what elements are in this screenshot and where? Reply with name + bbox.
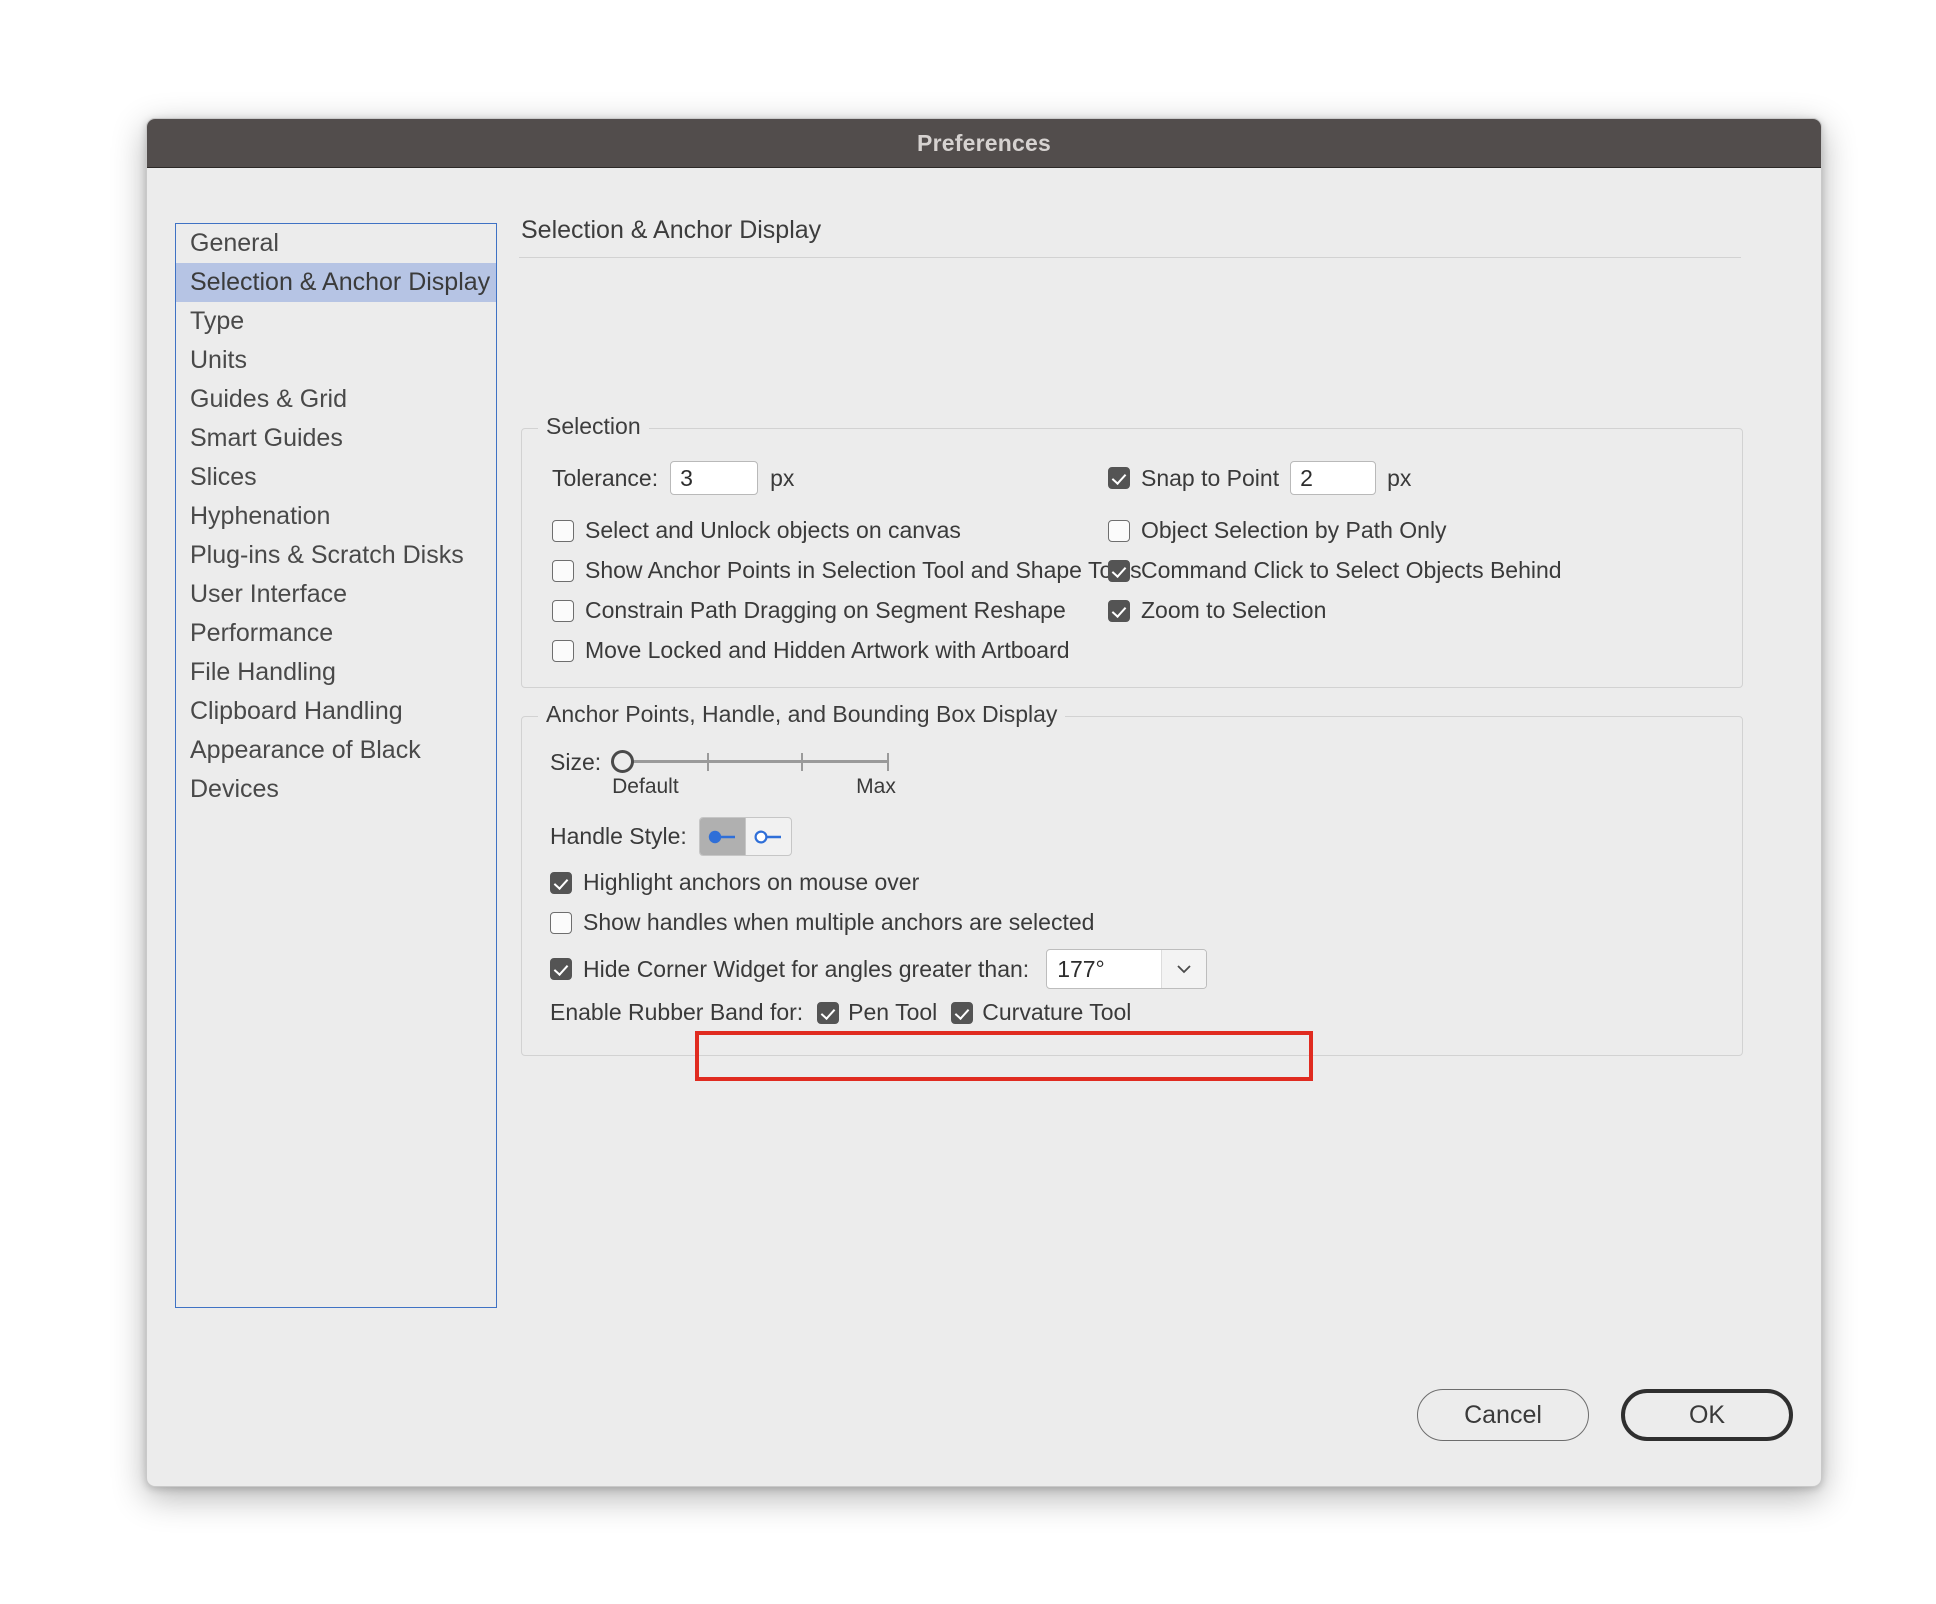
show-handles-multiple-anchors-label: Show handles when multiple anchors are s…: [583, 909, 1094, 936]
sidebar-item-general[interactable]: General: [176, 224, 496, 263]
rubber-band-label: Enable Rubber Band for:: [550, 999, 803, 1026]
command-click-behind-row[interactable]: Command Click to Select Objects Behind: [1108, 557, 1562, 584]
highlight-anchors-row[interactable]: Highlight anchors on mouse over: [550, 869, 919, 896]
tolerance-unit-label: px: [770, 465, 794, 492]
sidebar-item-smart-guides[interactable]: Smart Guides: [176, 419, 496, 458]
page-title: Selection & Anchor Display: [519, 216, 1781, 245]
snap-to-point-input[interactable]: 2: [1290, 461, 1376, 495]
highlight-anchors-checkbox[interactable]: [550, 872, 572, 894]
constrain-path-dragging-label: Constrain Path Dragging on Segment Resha…: [585, 597, 1066, 624]
hollow-handle-icon: [751, 829, 785, 845]
size-label: Size:: [550, 749, 601, 776]
sidebar-item-units[interactable]: Units: [176, 341, 496, 380]
sidebar-item-file-handling[interactable]: File Handling: [176, 653, 496, 692]
anchor-display-group-legend: Anchor Points, Handle, and Bounding Box …: [538, 701, 1065, 728]
preferences-dialog: Preferences General Selection & Anchor D…: [146, 118, 1822, 1487]
rubber-band-pen-tool-row[interactable]: Pen Tool: [817, 999, 937, 1026]
command-click-behind-checkbox[interactable]: [1108, 560, 1130, 582]
select-unlock-objects-label: Select and Unlock objects on canvas: [585, 517, 961, 544]
zoom-to-selection-label: Zoom to Selection: [1141, 597, 1326, 624]
move-locked-hidden-label: Move Locked and Hidden Artwork with Artb…: [585, 637, 1070, 664]
tolerance-input[interactable]: 3: [670, 461, 758, 495]
filled-handle-icon: [705, 829, 739, 845]
chevron-down-icon[interactable]: [1161, 950, 1206, 988]
sidebar-item-guides-grid[interactable]: Guides & Grid: [176, 380, 496, 419]
rubber-band-curvature-tool-row[interactable]: Curvature Tool: [951, 999, 1131, 1026]
command-click-behind-label: Command Click to Select Objects Behind: [1141, 557, 1562, 584]
handle-style-hollow-button[interactable]: [746, 818, 791, 855]
show-anchor-points-row[interactable]: Show Anchor Points in Selection Tool and…: [552, 557, 1142, 584]
select-unlock-objects-row[interactable]: Select and Unlock objects on canvas: [552, 517, 961, 544]
pane-header: Selection & Anchor Display: [519, 216, 1781, 258]
object-selection-path-only-row[interactable]: Object Selection by Path Only: [1108, 517, 1447, 544]
corner-angle-dropdown[interactable]: 177°: [1046, 949, 1207, 989]
tolerance-row: Tolerance: 3 px: [552, 461, 794, 495]
slider-min-caption: Default: [612, 775, 679, 799]
sidebar-item-hyphenation[interactable]: Hyphenation: [176, 497, 496, 536]
move-locked-hidden-checkbox[interactable]: [552, 640, 574, 662]
rubber-band-curvature-tool-label: Curvature Tool: [982, 999, 1131, 1026]
slider-tick-1: [707, 753, 709, 771]
slider-tick-2: [801, 753, 803, 771]
object-selection-path-only-checkbox[interactable]: [1108, 520, 1130, 542]
sidebar-item-clipboard-handling[interactable]: Clipboard Handling: [176, 692, 496, 731]
show-handles-multiple-anchors-checkbox[interactable]: [550, 912, 572, 934]
slider-knob[interactable]: [611, 750, 634, 773]
rubber-band-pen-tool-checkbox[interactable]: [817, 1002, 839, 1024]
dialog-titlebar: Preferences: [147, 119, 1821, 168]
snap-to-point-checkbox[interactable]: [1108, 467, 1130, 489]
handle-style-row: Handle Style:: [550, 817, 792, 856]
snap-to-point-label: Snap to Point: [1141, 465, 1279, 492]
show-anchor-points-label: Show Anchor Points in Selection Tool and…: [585, 557, 1142, 584]
corner-angle-value: 177°: [1047, 950, 1161, 988]
screen-root: Preferences General Selection & Anchor D…: [0, 0, 1936, 1604]
cancel-button[interactable]: Cancel: [1417, 1389, 1589, 1441]
show-handles-multiple-anchors-row[interactable]: Show handles when multiple anchors are s…: [550, 909, 1094, 936]
slider-track: [625, 760, 889, 763]
tolerance-label: Tolerance:: [552, 465, 658, 492]
zoom-to-selection-checkbox[interactable]: [1108, 600, 1130, 622]
highlight-anchors-label: Highlight anchors on mouse over: [583, 869, 919, 896]
handle-style-filled-button[interactable]: [700, 818, 746, 855]
sidebar-item-slices[interactable]: Slices: [176, 458, 496, 497]
dialog-title: Preferences: [917, 130, 1051, 157]
slider-tick-3: [887, 753, 889, 771]
selection-group: Selection Tolerance: 3 px Snap to Point …: [521, 428, 1743, 688]
rubber-band-row: Enable Rubber Band for: Pen Tool Curvatu…: [550, 999, 1131, 1026]
pane-divider: [519, 257, 1741, 258]
slider-max-caption: Max: [856, 775, 896, 799]
zoom-to-selection-row[interactable]: Zoom to Selection: [1108, 597, 1326, 624]
dialog-body: General Selection & Anchor Display Type …: [147, 168, 1821, 1487]
dialog-footer: Cancel OK: [147, 1367, 1821, 1487]
sidebar-item-performance[interactable]: Performance: [176, 614, 496, 653]
show-anchor-points-checkbox[interactable]: [552, 560, 574, 582]
sidebar-item-appearance-of-black[interactable]: Appearance of Black: [176, 731, 496, 770]
object-selection-path-only-label: Object Selection by Path Only: [1141, 517, 1447, 544]
rubber-band-curvature-tool-checkbox[interactable]: [951, 1002, 973, 1024]
constrain-path-dragging-row[interactable]: Constrain Path Dragging on Segment Resha…: [552, 597, 1066, 624]
ok-button[interactable]: OK: [1621, 1389, 1793, 1441]
hide-corner-widget-row[interactable]: Hide Corner Widget for angles greater th…: [550, 949, 1207, 989]
handle-style-label: Handle Style:: [550, 823, 687, 850]
select-unlock-objects-checkbox[interactable]: [552, 520, 574, 542]
constrain-path-dragging-checkbox[interactable]: [552, 600, 574, 622]
move-locked-hidden-row[interactable]: Move Locked and Hidden Artwork with Artb…: [552, 637, 1070, 664]
sidebar-item-devices[interactable]: Devices: [176, 770, 496, 809]
sidebar-item-type[interactable]: Type: [176, 302, 496, 341]
anchor-display-group: Anchor Points, Handle, and Bounding Box …: [521, 716, 1743, 1056]
sidebar-item-selection-anchor-display[interactable]: Selection & Anchor Display: [176, 263, 496, 302]
snap-to-point-row: Snap to Point 2 px: [1108, 461, 1411, 495]
rubber-band-pen-tool-label: Pen Tool: [848, 999, 937, 1026]
hide-corner-widget-checkbox[interactable]: [550, 958, 572, 980]
handle-style-segmented-control[interactable]: [699, 817, 792, 856]
sidebar-item-plugins-scratch-disks[interactable]: Plug-ins & Scratch Disks: [176, 536, 496, 575]
preferences-category-list[interactable]: General Selection & Anchor Display Type …: [175, 223, 497, 1308]
size-slider-row: Size: Default Max: [550, 745, 889, 779]
sidebar-item-user-interface[interactable]: User Interface: [176, 575, 496, 614]
hide-corner-widget-label: Hide Corner Widget for angles greater th…: [583, 956, 1029, 983]
selection-group-legend: Selection: [538, 413, 649, 440]
snap-to-point-unit-label: px: [1387, 465, 1411, 492]
anchor-size-slider[interactable]: Default Max: [611, 745, 889, 779]
